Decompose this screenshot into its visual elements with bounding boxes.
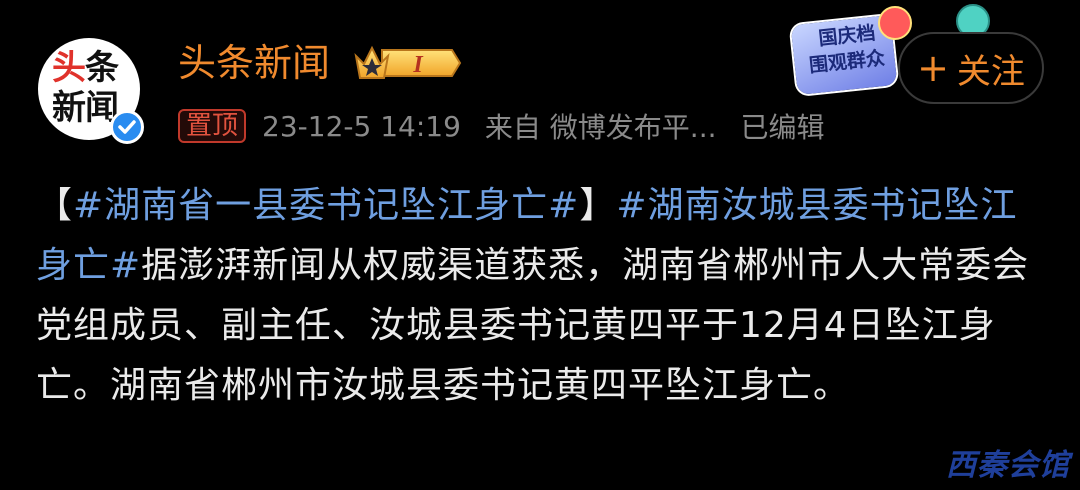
watermark: 西秦会馆: [946, 448, 1070, 483]
avatar[interactable]: 头条 新闻: [38, 38, 144, 144]
pinned-tag: 置顶: [178, 109, 247, 143]
promo-decoration-icon: [878, 6, 912, 40]
promo-sticker[interactable]: 国庆档 围观群众: [786, 6, 912, 98]
avatar-logo-line1: 头条: [52, 48, 119, 88]
plus-icon: +: [917, 46, 949, 90]
edited-label[interactable]: 已编辑: [741, 106, 825, 146]
level-badge-icon[interactable]: I: [352, 42, 462, 84]
level-number: I: [412, 52, 424, 78]
close-bracket: 】: [579, 185, 617, 226]
open-bracket: 【: [36, 185, 74, 226]
follow-button[interactable]: + 关注: [898, 32, 1044, 104]
follow-label: 关注: [956, 51, 1025, 92]
post-body: 【#湖南省一县委书记坠江身亡#】#湖南汝城县委书记坠江身亡#据澎湃新闻从权威渠道…: [36, 176, 1046, 416]
post-body-text: 据澎湃新闻从权威渠道获悉，湖南省郴州市人大常委会党组成员、副主任、汝城县委书记黄…: [36, 245, 1030, 406]
post-source[interactable]: 来自 微博发布平...: [485, 106, 717, 146]
username[interactable]: 头条新闻: [178, 40, 330, 86]
avatar-logo-line2: 新闻: [52, 88, 119, 128]
hashtag-link-1[interactable]: #湖南省一县委书记坠江身亡#: [73, 185, 579, 226]
verified-icon: [110, 110, 144, 144]
weibo-post: 头条 新闻 头条新闻 I 置顶 23-12-5 14:19 来自 微博发布平..…: [0, 0, 1080, 490]
post-timestamp: 23-12-5 14:19: [262, 109, 461, 143]
meta-row: 置顶 23-12-5 14:19 来自 微博发布平... 已编辑: [178, 106, 825, 146]
